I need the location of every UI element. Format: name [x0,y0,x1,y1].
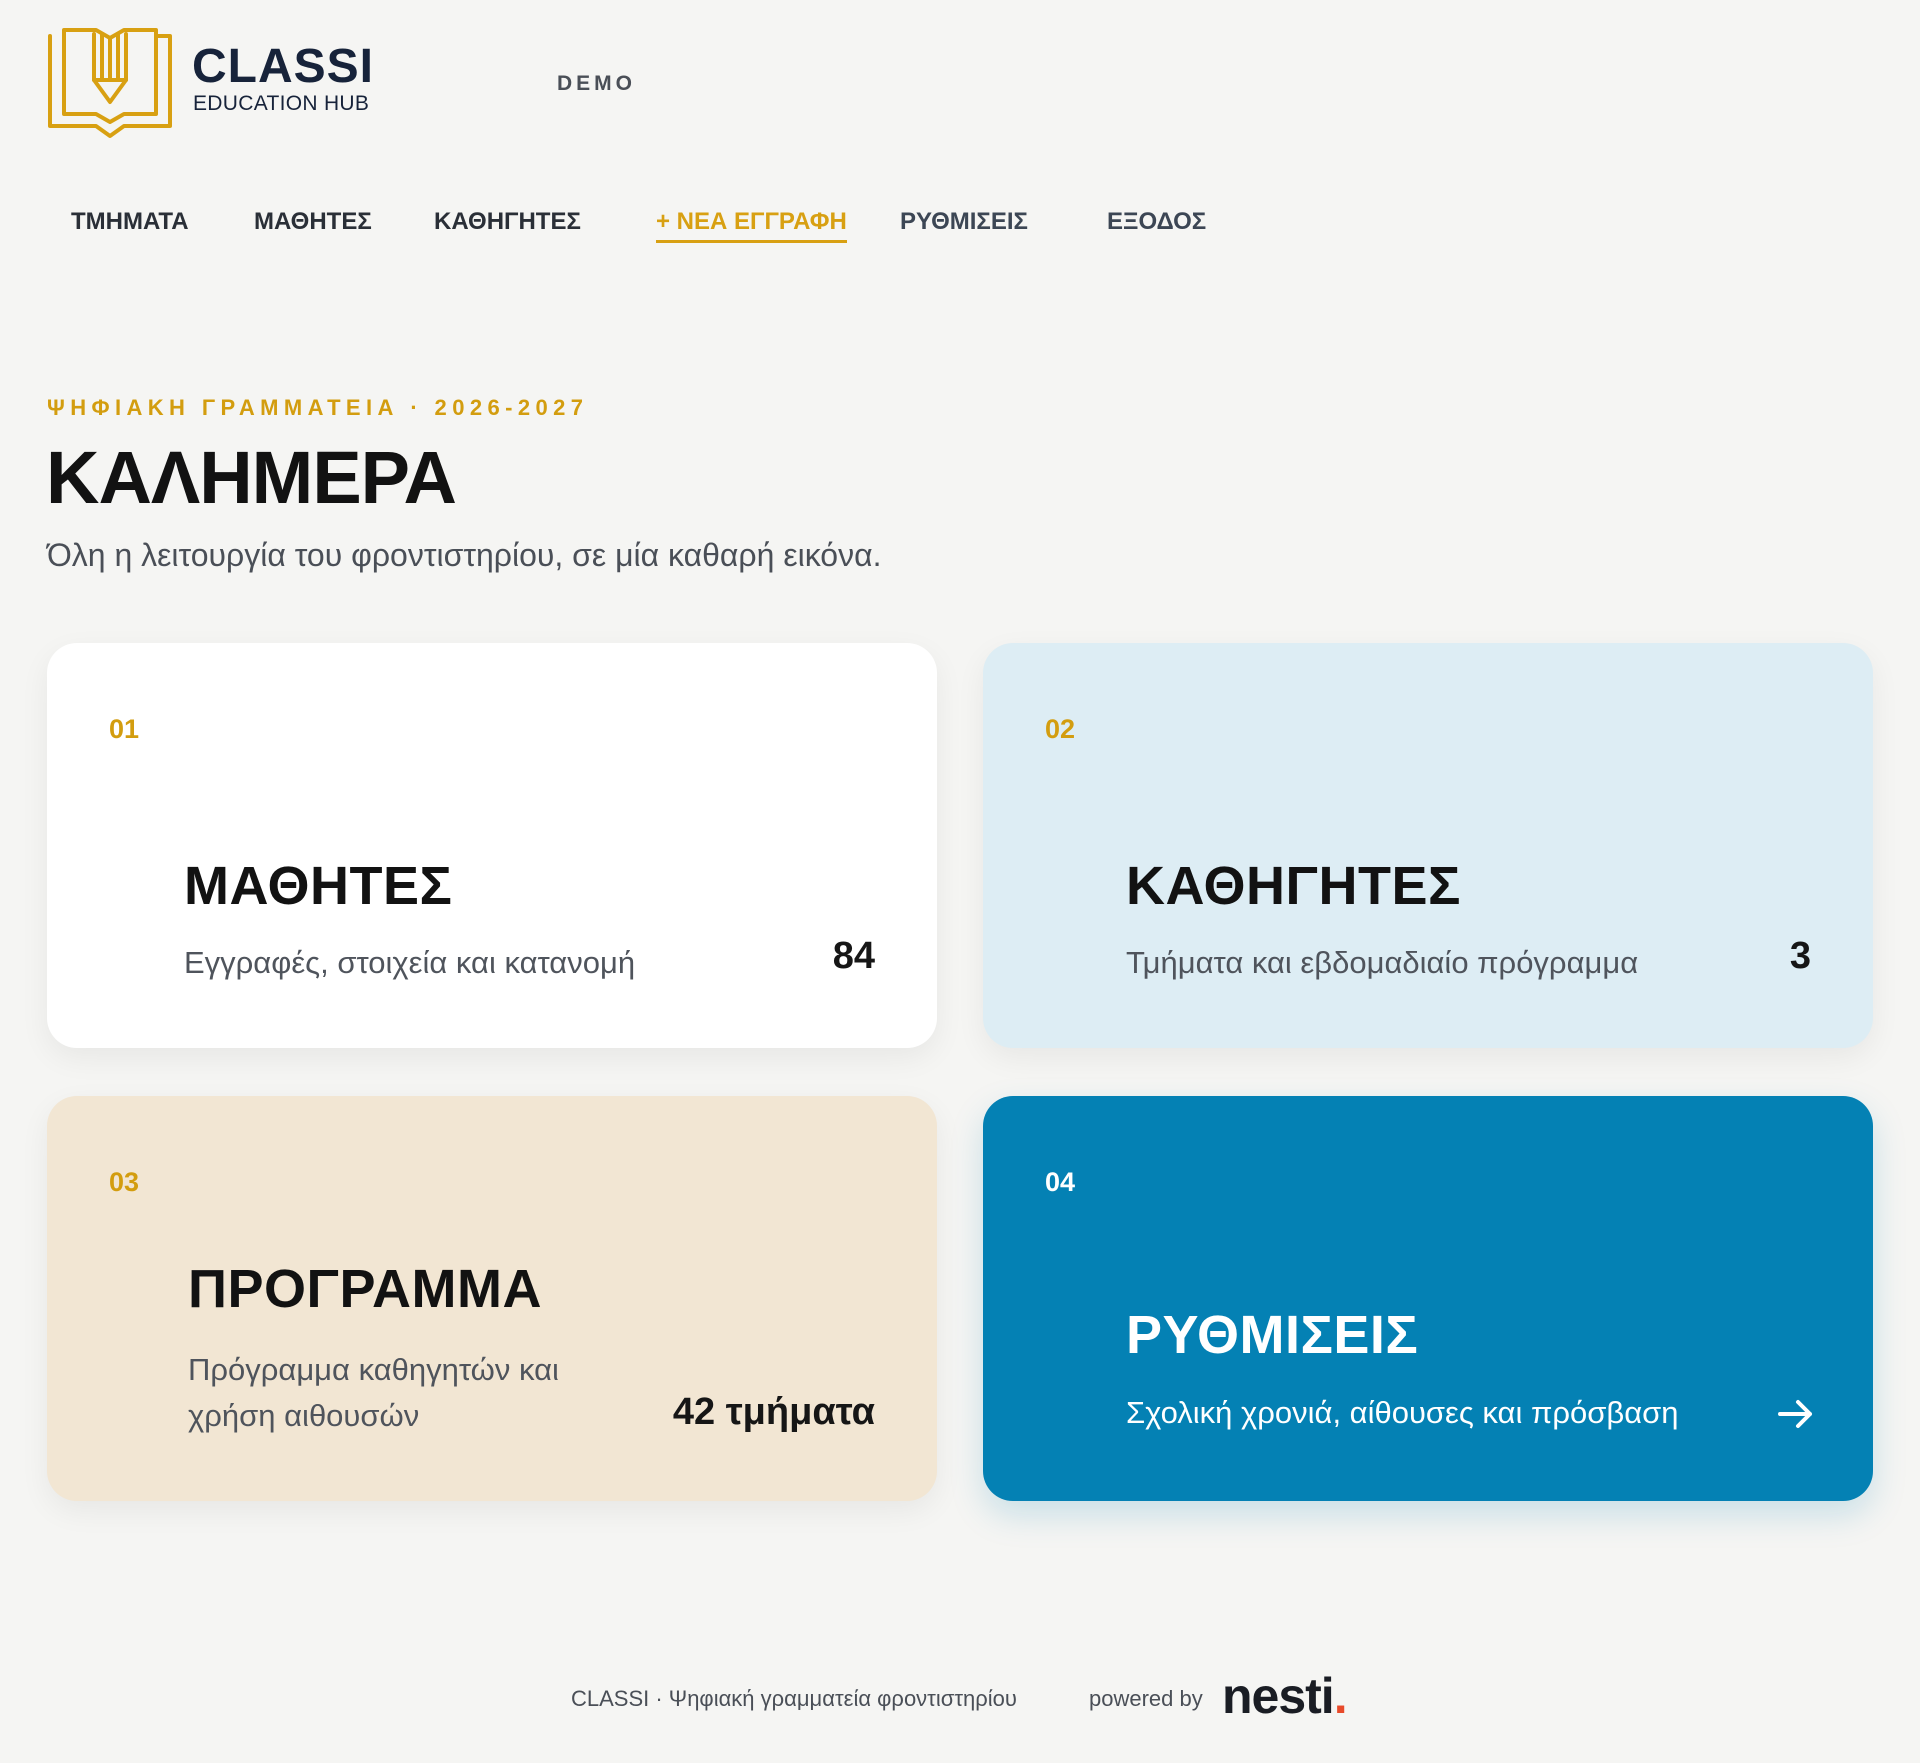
demo-badge: DEMO [557,72,636,95]
card-rythmiseis[interactable]: 04 ΡΥΘΜΙΣΕΙΣ Σχολική χρονιά, αίθουσες κα… [983,1096,1873,1501]
card-metric: 84 [832,935,875,977]
page-subtitle: Όλη η λειτουργία του φροντιστηρίου, σε μ… [47,537,882,573]
card-description: Εγγραφές, στοιχεία και κατανομή [184,945,636,980]
nav-item-exodos[interactable]: ΕΞΟΔΟΣ [1107,205,1206,239]
card-mathites[interactable]: 01 ΜΑΘΗΤΕΣ Εγγραφές, στοιχεία και κατανο… [47,643,937,1048]
card-number: 01 [109,714,140,744]
brand-subtitle: EDUCATION HUB [193,92,370,115]
vendor-logo[interactable]: nesti. [1222,1668,1348,1724]
card-description: Σχολική χρονιά, αίθουσες και πρόσβαση [1126,1395,1679,1430]
footer-text: CLASSI · Ψηφιακή γραμματεία φροντιστηρίο… [571,1686,1017,1711]
card-metric: 3 [1789,935,1811,977]
card-title: ΡΥΘΜΙΣΕΙΣ [1126,1305,1419,1365]
app-header: CLASSI EDUCATION HUB DEMO ΤΜΗΜΑΤΑ ΜΑΘΗΤΕ… [0,0,1920,300]
nav-item-rythmiseis[interactable]: ΡΥΘΜΙΣΕΙΣ [900,205,1028,239]
card-title: ΠΡΟΓΡΑΜΜΑ [188,1259,542,1319]
card-kathigites[interactable]: 02 ΚΑΘΗΓΗΤΕΣ Τμήματα και εβδομαδιαίο πρό… [983,643,1873,1048]
vendor-name: nesti [1222,1668,1335,1724]
card-number: 03 [109,1167,140,1197]
brand-name[interactable]: CLASSI [192,40,374,94]
nav-item-tmimata[interactable]: ΤΜΗΜΑΤΑ [71,205,189,239]
page-title: ΚΑΛΗΜΕΡΑ [46,436,457,519]
nav-item-kathigites[interactable]: ΚΑΘΗΓΗΤΕΣ [434,205,581,239]
book-pencil-icon[interactable] [46,26,174,140]
card-programma[interactable]: 03 ΠΡΟΓΡΑΜΜΑ Πρόγραμμα καθηγητών και χρή… [47,1096,937,1501]
card-title: ΜΑΘΗΤΕΣ [184,856,453,916]
card-metric: 42 τμήματα [672,1391,875,1433]
card-number: 04 [1045,1167,1076,1197]
card-title: ΚΑΘΗΓΗΤΕΣ [1126,856,1461,916]
vendor-dot: . [1333,1668,1348,1724]
nav-item-nea-eggrafi[interactable]: + ΝΕΑ ΕΓΓΡΑΦΗ [656,205,847,243]
card-description: Τμήματα και εβδομαδιαίο πρόγραμμα [1126,945,1639,980]
powered-by-label: powered by [1089,1686,1203,1711]
nav-item-mathites[interactable]: ΜΑΘΗΤΕΣ [254,205,372,239]
section-eyebrow: ΨΗΦΙΑΚΗ ΓΡΑΜΜΑΤΕΙΑ · 2026-2027 [47,395,589,420]
card-description: Πρόγραμμα καθηγητών και χρήση αιθουσών [188,1352,559,1433]
card-number: 02 [1045,714,1076,744]
arrow-right-icon[interactable] [1776,1396,1816,1432]
main-nav: ΤΜΗΜΑΤΑ ΜΑΘΗΤΕΣ ΚΑΘΗΓΗΤΕΣ + ΝΕΑ ΕΓΓΡΑΦΗ … [0,205,1920,255]
